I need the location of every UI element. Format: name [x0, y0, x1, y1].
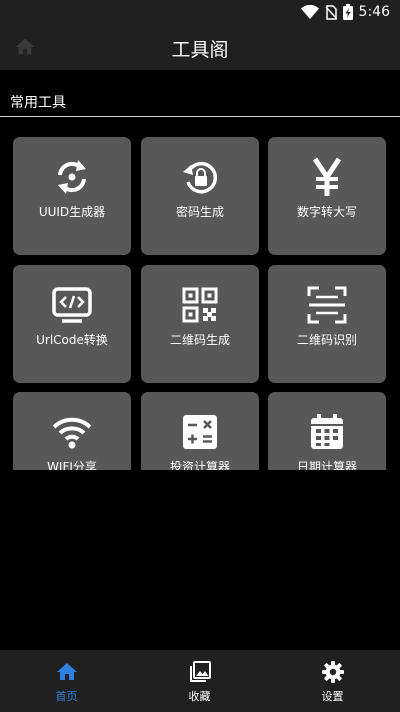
bottom-nav: 首页 收藏 设置	[0, 650, 400, 712]
tool-tile-uuid[interactable]: UUID生成器	[13, 137, 131, 255]
tool-tile-investment-calculator[interactable]: 投资计算器	[141, 392, 259, 470]
tool-label: 密码生成	[175, 205, 224, 219]
tool-tile-qr-generate[interactable]: 二维码生成	[141, 265, 259, 383]
app-bar: 工具阁	[0, 24, 400, 70]
status-time: 5:46	[358, 4, 390, 20]
section-header: 常用工具	[0, 70, 400, 118]
lock-reset-icon	[183, 161, 218, 194]
section-divider	[0, 116, 400, 117]
battery-charging-icon	[342, 4, 353, 20]
no-sim-icon	[324, 4, 337, 20]
wifi-icon	[300, 5, 319, 19]
nav-item-favorites[interactable]: 收藏	[133, 650, 266, 712]
tools-grid: UUID生成器 密码生成 数字转大写 UrlCode转换 二维码生成 二维码识别…	[0, 118, 400, 470]
tool-tile-number-uppercase[interactable]: 数字转大写	[268, 137, 386, 255]
qr-code-icon	[182, 287, 218, 323]
nav-item-home[interactable]: 首页	[0, 650, 133, 712]
tool-label: 数字转大写	[296, 205, 357, 219]
calendar-icon	[311, 414, 343, 449]
scan-icon	[307, 286, 347, 324]
tool-label: 二维码生成	[169, 333, 230, 347]
nav-item-settings[interactable]: 设置	[266, 650, 399, 712]
section-title: 常用工具	[10, 95, 66, 111]
status-bar: 5:46	[0, 0, 400, 24]
tool-label: 日期计算器	[296, 460, 357, 470]
yen-icon	[312, 157, 342, 196]
tool-label: 二维码识别	[296, 333, 357, 347]
nav-label: 设置	[321, 690, 344, 703]
tool-label: UrlCode转换	[36, 333, 108, 347]
nav-label: 收藏	[188, 690, 211, 703]
tool-label: WIFI分享	[47, 460, 97, 470]
nav-label: 首页	[55, 690, 78, 703]
status-icons: 5:46	[300, 3, 390, 21]
home-icon	[57, 663, 77, 680]
refresh-icon	[58, 160, 86, 194]
tool-tile-qr-scan[interactable]: 二维码识别	[268, 265, 386, 383]
tool-label: 投资计算器	[169, 460, 230, 470]
gear-icon	[322, 661, 344, 683]
wifi-icon	[52, 417, 92, 449]
tool-tile-wifi-share[interactable]: WIFI分享	[13, 392, 131, 470]
tool-tile-password[interactable]: 密码生成	[141, 137, 259, 255]
calculator-icon	[183, 415, 217, 449]
tool-tile-urlcode[interactable]: UrlCode转换	[13, 265, 131, 383]
tool-tile-date-calculator[interactable]: 日期计算器	[268, 392, 386, 470]
code-monitor-icon	[52, 287, 92, 323]
gallery-icon	[190, 661, 211, 682]
page-title: 工具阁	[171, 39, 229, 61]
tool-label: UUID生成器	[38, 205, 106, 219]
